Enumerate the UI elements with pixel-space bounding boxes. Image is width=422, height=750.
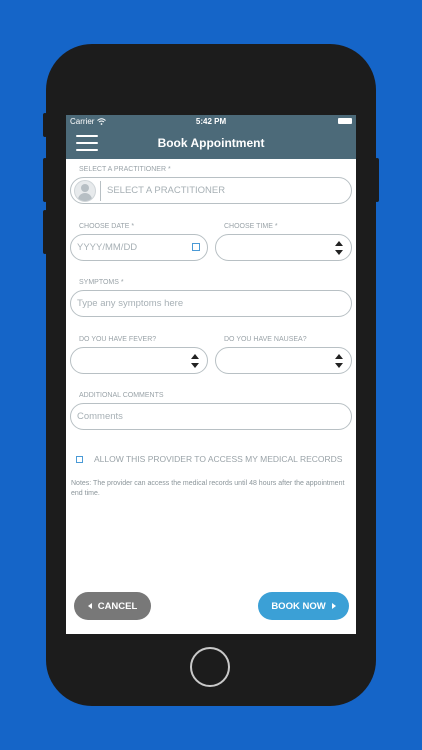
comments-placeholder: Comments xyxy=(77,411,123,422)
allow-records-label: ALLOW THIS PROVIDER TO ACCESS MY MEDICAL… xyxy=(94,454,343,464)
notes-text: Notes: The provider can access the medic… xyxy=(71,480,345,497)
avatar-icon xyxy=(74,179,96,202)
practitioner-label: SELECT A PRACTITIONER * xyxy=(79,166,171,173)
nausea-label: DO YOU HAVE NAUSEA? xyxy=(224,336,307,343)
calendar-icon[interactable] xyxy=(192,243,200,251)
comments-label: ADDITIONAL COMMENTS xyxy=(79,392,164,399)
mute-switch xyxy=(43,113,47,137)
arrow-right-icon xyxy=(331,603,336,609)
battery-icon xyxy=(338,118,352,124)
book-now-label: BOOK NOW xyxy=(271,600,326,612)
symptoms-label: SYMPTOMS * xyxy=(79,279,124,286)
select-arrows-icon xyxy=(335,241,343,255)
allow-records-checkbox[interactable] xyxy=(76,456,83,463)
status-bar: Carrier 5:42 PM xyxy=(66,115,356,127)
book-now-button[interactable]: BOOK NOW xyxy=(258,592,349,620)
select-arrows-icon xyxy=(191,354,199,368)
select-arrows-icon xyxy=(335,354,343,368)
time-label: CHOOSE TIME * xyxy=(224,223,278,230)
cancel-button[interactable]: CANCEL xyxy=(74,592,151,620)
practitioner-select[interactable]: SELECT A PRACTITIONER xyxy=(70,177,352,204)
app-screen: Carrier 5:42 PM Book Appointment SELECT … xyxy=(66,115,356,634)
date-label: CHOOSE DATE * xyxy=(79,223,135,230)
practitioner-placeholder: SELECT A PRACTITIONER xyxy=(107,185,226,196)
home-button[interactable] xyxy=(190,647,230,687)
date-placeholder: YYYY/MM/DD xyxy=(77,242,138,253)
symptoms-placeholder: Type any symptoms here xyxy=(77,298,184,309)
volume-down-button xyxy=(43,210,47,254)
power-button xyxy=(375,158,379,202)
symptoms-input[interactable]: Type any symptoms here xyxy=(70,290,352,317)
cancel-label: CANCEL xyxy=(97,600,138,612)
volume-up-button xyxy=(43,158,47,202)
fever-select[interactable] xyxy=(70,347,208,374)
fever-label: DO YOU HAVE FEVER? xyxy=(79,336,157,343)
date-input[interactable]: YYYY/MM/DD xyxy=(70,234,208,261)
menu-icon[interactable] xyxy=(76,135,98,151)
nav-bar: Book Appointment xyxy=(66,127,356,159)
arrow-left-icon xyxy=(87,603,92,609)
nausea-select[interactable] xyxy=(215,347,352,374)
comments-input[interactable]: Comments xyxy=(70,403,352,430)
time-select[interactable] xyxy=(215,234,352,261)
status-time: 5:42 PM xyxy=(195,116,227,126)
page-title: Book Appointment xyxy=(157,136,265,150)
